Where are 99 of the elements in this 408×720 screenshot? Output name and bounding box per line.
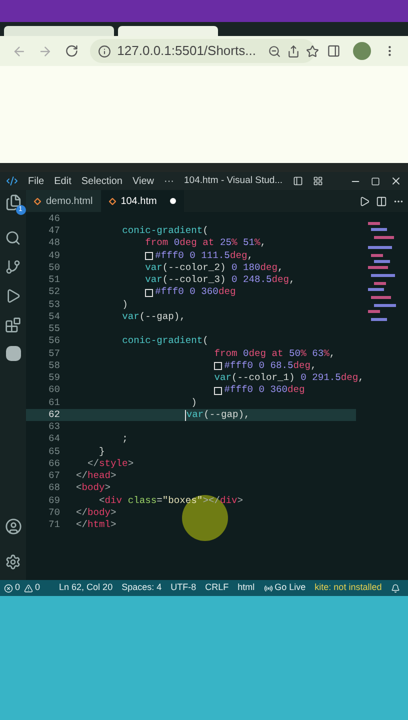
split-editor-icon[interactable]	[376, 196, 387, 206]
line-number: 54	[47, 310, 61, 324]
broadcast-icon	[264, 584, 273, 592]
line-number: 65	[47, 444, 61, 459]
line-number: 61	[47, 396, 61, 410]
star-icon[interactable]	[306, 44, 319, 58]
run-debug-icon[interactable]	[5, 288, 21, 304]
code-line: #fff0 0 111.5deg,	[145, 248, 253, 264]
code-line: <div class="boxes"></div>	[99, 494, 244, 508]
code-line: </style>	[88, 456, 134, 471]
code-line: var(--color_3) 0 248.5deg,	[145, 273, 295, 287]
color-swatch-icon	[214, 362, 222, 370]
line-number: 70	[47, 506, 61, 520]
code-line: ;	[122, 432, 128, 446]
code-line: #fff0 0 360deg	[145, 285, 236, 300]
line-number: 52	[47, 285, 61, 300]
status-item[interactable]: Spaces: 4	[122, 581, 162, 595]
error-count[interactable]: 0	[15, 581, 20, 595]
line-number: 48	[47, 236, 61, 250]
line-number: 66	[47, 456, 61, 471]
line-number: 55	[47, 322, 61, 336]
editor-tab[interactable]: 104.htm	[100, 190, 184, 212]
code-line: var(--color_1) 0 291.5deg,	[214, 371, 364, 385]
code-line: <body>	[76, 481, 111, 496]
url-text: 127.0.0.1:5501/Shorts...	[117, 42, 256, 60]
code-line: )	[122, 298, 128, 312]
menu-item[interactable]: Selection	[81, 174, 122, 188]
maximize-icon[interactable]	[371, 176, 380, 186]
line-number: 60	[47, 383, 61, 398]
code-line: </html>	[76, 518, 116, 532]
line-number: 46	[47, 212, 61, 226]
share-icon[interactable]	[286, 44, 300, 58]
line-number: 50	[47, 260, 61, 275]
source-control-icon[interactable]	[5, 259, 21, 275]
line-number: 71	[47, 518, 61, 532]
line-number: 59	[47, 371, 61, 386]
code-line: }	[99, 444, 105, 459]
code-line: </head>	[76, 469, 116, 483]
code-line: from 0deg at 50% 63%,	[214, 346, 336, 361]
status-item[interactable]: Ln 62, Col 20	[59, 581, 113, 595]
status-item[interactable]: UTF-8	[170, 581, 196, 595]
file-code-icon	[108, 198, 116, 204]
address-bar[interactable]: 127.0.0.1:5501/Shorts...	[90, 39, 316, 63]
reload-icon[interactable]	[64, 44, 78, 58]
code-line: from 0deg at 25% 51%,	[145, 236, 266, 250]
line-number: 47	[47, 224, 61, 238]
menu-item[interactable]: Edit	[54, 174, 72, 188]
grid-icon[interactable]	[312, 176, 323, 186]
bell-icon[interactable]	[390, 584, 400, 592]
code-line: var(--color_2) 0 180deg,	[145, 260, 284, 275]
line-number: 56	[47, 334, 61, 348]
code-line: </body>	[76, 506, 116, 520]
line-number: 67	[47, 469, 61, 484]
editor-tab[interactable]: demo.html	[26, 190, 101, 212]
color-swatch-icon	[145, 288, 154, 297]
code-line: #fff0 0 68.5deg,	[214, 358, 316, 374]
line-number: 62	[47, 408, 61, 422]
code-line: )	[191, 396, 197, 410]
menu-item[interactable]: ···	[164, 174, 174, 188]
code-line: conic-gradient(	[122, 334, 208, 348]
line-number: 63	[47, 420, 61, 434]
menu-item[interactable]: View	[132, 174, 154, 188]
warning-count[interactable]: 0	[35, 581, 40, 595]
zoom-icon[interactable]	[268, 44, 281, 58]
status-item[interactable]: html	[238, 581, 255, 595]
close-icon[interactable]	[390, 175, 402, 187]
layout-icon[interactable]	[292, 176, 303, 186]
vscode-logo-icon	[6, 175, 18, 187]
color-swatch-icon	[145, 252, 154, 260]
account-icon[interactable]	[4, 518, 22, 535]
search-icon[interactable]	[5, 230, 21, 246]
warning-icon	[24, 584, 34, 592]
info-icon	[98, 44, 112, 58]
code-line: #fff0 0 360deg	[214, 383, 305, 398]
explorer-icon[interactable]	[4, 194, 22, 211]
line-number: 51	[47, 273, 61, 288]
code-line: var(--gap),	[186, 408, 250, 422]
file-code-icon	[34, 198, 41, 204]
go-live-button[interactable]: Go Live	[274, 581, 306, 595]
status-item[interactable]: CRLF	[205, 581, 229, 595]
kite-status[interactable]: kite: not installed	[314, 581, 382, 595]
color-swatch-icon	[214, 386, 222, 395]
line-number: 57	[47, 346, 61, 361]
line-number: 68	[47, 481, 61, 496]
line-number: 58	[47, 358, 61, 373]
error-icon	[4, 584, 13, 592]
extensions-icon[interactable]	[5, 317, 21, 333]
menu-item[interactable]: File	[28, 174, 44, 188]
avatar[interactable]	[352, 42, 371, 60]
run-icon[interactable]	[359, 196, 370, 206]
line-number: 69	[47, 494, 61, 508]
code-line: var(--gap),	[122, 310, 186, 324]
settings-icon[interactable]	[5, 554, 21, 570]
line-number: 49	[47, 248, 61, 263]
line-number: 53	[47, 298, 61, 312]
code-line: conic-gradient(	[122, 224, 208, 238]
window-title: 104.htm - Visual Stud...	[184, 174, 283, 188]
line-number: 64	[47, 432, 61, 446]
side-panel-icon[interactable]	[327, 44, 341, 58]
